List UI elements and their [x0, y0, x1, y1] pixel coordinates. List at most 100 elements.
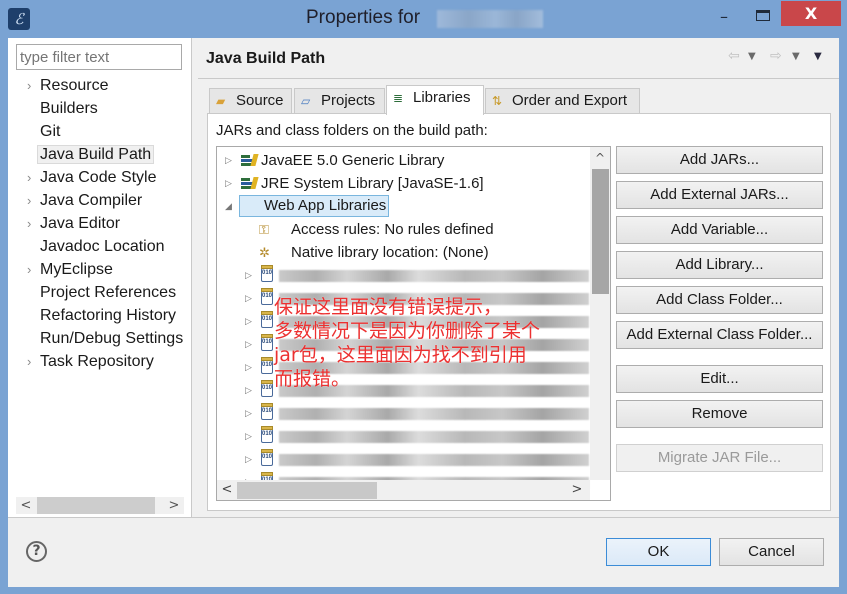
- tree-item-label: JRE System Library [JavaSE-1.6]: [261, 175, 484, 192]
- sidebar-item-java-build-path[interactable]: Java Build Path: [8, 143, 184, 166]
- sidebar-item-java-code-style[interactable]: › Java Code Style: [8, 166, 184, 189]
- expand-icon[interactable]: ▷: [245, 425, 255, 448]
- scroll-left-icon[interactable]: <: [217, 480, 237, 500]
- scrollbar-thumb[interactable]: [237, 482, 377, 499]
- add-class-folder-button[interactable]: Add Class Folder...: [616, 286, 823, 314]
- tab-projects[interactable]: ▱ Projects: [294, 88, 385, 114]
- preferences-nav-pane: › Resource Builders Git Java Build Path › Java…: [8, 38, 192, 517]
- tree-item[interactable]: ✲ Native library location: (None): [217, 241, 587, 264]
- sidebar-item-git[interactable]: Git: [8, 120, 184, 143]
- jar-icon: 010: [261, 380, 273, 397]
- expand-icon[interactable]: ▷: [245, 310, 255, 333]
- tab-source[interactable]: ▰ Source: [209, 88, 292, 114]
- tree-horizontal-scrollbar[interactable]: < >: [217, 480, 590, 500]
- sidebar-item-label: MyEclipse: [40, 261, 113, 278]
- jar-icon: 010: [261, 449, 273, 466]
- add-variable-button[interactable]: Add Variable...: [616, 216, 823, 244]
- sidebar-item-label: Java Code Style: [40, 169, 157, 186]
- eclipse-logo-icon[interactable]: ℰ: [8, 8, 30, 30]
- edit-button[interactable]: Edit...: [616, 365, 823, 393]
- forward-dropdown-icon[interactable]: ▼: [792, 51, 800, 62]
- sidebar-item-javadoc-location[interactable]: Javadoc Location: [8, 235, 184, 258]
- back-dropdown-icon[interactable]: ▼: [748, 51, 756, 62]
- projects-folder-icon: ▱: [301, 94, 311, 108]
- sidebar-item-refactoring-history[interactable]: Refactoring History: [8, 304, 184, 327]
- chevron-right-icon[interactable]: ›: [27, 258, 31, 281]
- help-icon[interactable]: ?: [26, 541, 47, 562]
- jar-icon: 010: [261, 311, 273, 328]
- cancel-button[interactable]: Cancel: [719, 538, 824, 566]
- forward-arrow-icon[interactable]: ⇨: [770, 48, 782, 64]
- tree-vertical-scrollbar[interactable]: ^: [590, 147, 610, 480]
- sidebar-item-builders[interactable]: Builders: [8, 97, 184, 120]
- jar-entry[interactable]: ▷ 010: [217, 448, 590, 471]
- scroll-right-icon[interactable]: >: [164, 497, 184, 514]
- library-icon: [241, 177, 259, 190]
- minimize-button[interactable]: –: [711, 6, 737, 28]
- tab-order-and-export[interactable]: ⇅ Order and Export: [485, 88, 640, 114]
- add-external-jars-button[interactable]: Add External JARs...: [616, 181, 823, 209]
- libraries-icon: ≣: [393, 91, 404, 105]
- collapse-icon[interactable]: ◢: [225, 195, 235, 218]
- scroll-right-icon[interactable]: >: [567, 480, 587, 500]
- tab-libraries[interactable]: ≣ Libraries: [386, 85, 484, 115]
- expand-icon[interactable]: ▷: [245, 264, 255, 287]
- preferences-nav-tree: › Resource Builders Git Java Build Path › Java…: [8, 74, 184, 373]
- remove-button[interactable]: Remove: [616, 400, 823, 428]
- scrollbar-thumb[interactable]: [592, 169, 609, 294]
- chevron-right-icon[interactable]: ›: [27, 350, 31, 373]
- expand-icon[interactable]: ▷: [225, 172, 235, 195]
- expand-icon[interactable]: ▷: [245, 379, 255, 402]
- add-jars-button[interactable]: Add JARs...: [616, 146, 823, 174]
- tree-item[interactable]: ◢ Web App Libraries: [217, 195, 587, 218]
- title-separator: [198, 78, 839, 79]
- expand-icon[interactable]: ▷: [245, 287, 255, 310]
- jar-icon: 010: [261, 265, 273, 282]
- redacted-jar-name: [279, 454, 589, 466]
- sidebar-item-java-editor[interactable]: › Java Editor: [8, 212, 184, 235]
- sidebar-item-java-compiler[interactable]: › Java Compiler: [8, 189, 184, 212]
- ok-button[interactable]: OK: [606, 538, 711, 566]
- expand-icon[interactable]: ▷: [245, 402, 255, 425]
- tree-item[interactable]: ▷ JavaEE 5.0 Generic Library: [217, 149, 587, 172]
- add-external-class-folder-button[interactable]: Add External Class Folder...: [616, 321, 823, 349]
- chevron-right-icon[interactable]: ›: [27, 74, 31, 97]
- add-library-button[interactable]: Add Library...: [616, 251, 823, 279]
- sidebar-item-myeclipse[interactable]: › MyEclipse: [8, 258, 184, 281]
- jar-entry[interactable]: ▷ 010: [217, 402, 590, 425]
- sidebar-item-label: Builders: [40, 100, 98, 117]
- filter-input[interactable]: [16, 44, 182, 70]
- access-rules-icon: ⚿: [259, 222, 269, 237]
- expand-icon[interactable]: ▷: [245, 356, 255, 379]
- jar-entry[interactable]: ▷ 010: [217, 425, 590, 448]
- sidebar-item-resource[interactable]: › Resource: [8, 74, 184, 97]
- sidebar-item-project-references[interactable]: Project References: [8, 281, 184, 304]
- sidebar-item-label: Refactoring History: [40, 307, 177, 324]
- expand-icon[interactable]: ▷: [245, 333, 255, 356]
- chevron-right-icon[interactable]: ›: [27, 189, 31, 212]
- expand-icon[interactable]: ▷: [245, 448, 255, 471]
- maximize-icon: [756, 10, 770, 21]
- close-button[interactable]: X: [781, 1, 841, 26]
- jar-entry[interactable]: ▷ 010: [217, 264, 590, 287]
- tree-item[interactable]: ▷ JRE System Library [JavaSE-1.6]: [217, 172, 587, 195]
- sidebar-item-task-repository[interactable]: › Task Repository: [8, 350, 184, 373]
- libraries-tree[interactable]: ▷010▷010▷010▷010▷010▷010▷010▷010▷010▷010…: [216, 146, 611, 501]
- nav-horizontal-scrollbar[interactable]: < >: [16, 497, 184, 514]
- redacted-jar-name: [279, 408, 589, 420]
- scroll-left-icon[interactable]: <: [16, 497, 36, 514]
- annotation-text: 保证这里面没有错误提示， 多数情况下是因为你删除了某个 jar包，这里面因为找不…: [274, 296, 541, 390]
- tree-item[interactable]: ⚿ Access rules: No rules defined: [217, 218, 587, 241]
- tree-item-label: Web App Libraries: [239, 195, 390, 217]
- maximize-button[interactable]: [753, 6, 775, 28]
- sidebar-item-label: Run/Debug Settings: [40, 330, 184, 347]
- chevron-right-icon[interactable]: ›: [27, 212, 31, 235]
- scrollbar-thumb[interactable]: [37, 497, 155, 514]
- scroll-up-icon[interactable]: ^: [590, 149, 610, 167]
- expand-icon[interactable]: ▷: [225, 149, 235, 172]
- sidebar-item-run-debug-settings[interactable]: Run/Debug Settings: [8, 327, 184, 350]
- chevron-right-icon[interactable]: ›: [27, 166, 31, 189]
- redacted-project-name: [437, 10, 543, 28]
- back-arrow-icon[interactable]: ⇦: [728, 48, 740, 64]
- view-menu-icon[interactable]: ▼: [814, 51, 822, 62]
